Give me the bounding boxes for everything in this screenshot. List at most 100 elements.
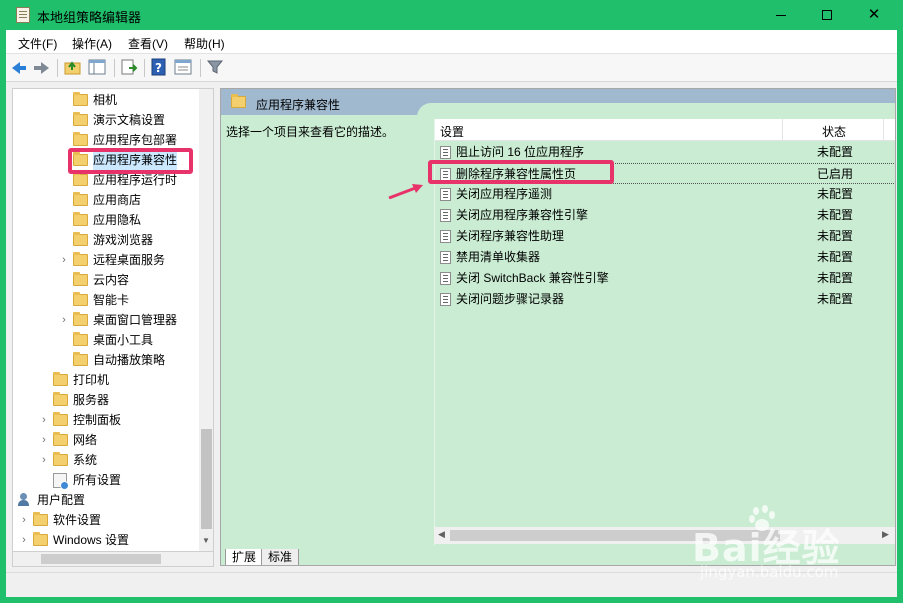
tree-item-label: 打印机 [73,373,110,387]
setting-name: 关闭 SwitchBack 兼容性引擎 [456,271,609,285]
folder-icon [73,172,88,186]
expand-chevron-icon[interactable]: › [59,250,69,270]
close-button[interactable]: ✕ [851,0,897,30]
setting-row[interactable]: 禁用清单收集器 未配置 [435,247,895,268]
tree-item-label: 远程桌面服务 [93,253,166,267]
tree-item[interactable]: 服务器 [13,390,199,410]
expand-chevron-icon[interactable]: › [39,410,49,430]
toolbar-separator [200,59,201,77]
tree-item[interactable]: 相机 [13,90,199,110]
tab-standard[interactable]: 标准 [261,549,300,565]
setting-row[interactable]: 关闭 SwitchBack 兼容性引擎 未配置 [435,268,895,289]
folder-icon [73,112,88,126]
show-hide-tree-button[interactable] [88,58,108,78]
help-icon: ? [151,58,166,76]
setting-row[interactable]: 关闭应用程序兼容性引擎 未配置 [435,205,895,226]
folder-icon [73,272,88,286]
export-list-icon [121,59,138,75]
forward-button[interactable] [32,58,52,78]
all-settings-icon [53,473,69,490]
tree-item[interactable]: 演示文稿设置 [13,110,199,130]
folder-icon [53,412,68,426]
tree-item[interactable]: › 远程桌面服务 [13,250,199,270]
tree-scroll-thumb[interactable] [201,429,212,529]
setting-row[interactable]: 关闭程序兼容性助理 未配置 [435,226,895,247]
highlight-box-setting-row [428,160,614,184]
tree-item[interactable]: 所有设置 [13,470,199,490]
tree-item[interactable]: › 软件设置 [13,510,199,530]
tree-item[interactable]: 打印机 [13,370,199,390]
column-divider[interactable] [782,119,783,141]
setting-row[interactable]: 关闭应用程序遥测 未配置 [435,184,895,205]
setting-state: 未配置 [817,229,854,243]
setting-state: 未配置 [817,250,854,264]
expand-chevron-icon[interactable]: › [39,430,49,450]
tree-item[interactable]: › 控制面板 [13,410,199,430]
tree-item[interactable]: › Windows 设置 [13,530,199,550]
column-header-setting[interactable]: 设置 [440,123,464,140]
menu-action[interactable]: 操作(A) [72,35,112,52]
column-divider[interactable] [883,119,884,141]
up-button[interactable] [64,58,84,78]
back-button[interactable] [10,58,30,78]
tree-item[interactable]: › 系统 [13,450,199,470]
folder-icon [73,292,88,306]
tree-item[interactable]: 应用商店 [13,190,199,210]
policy-setting-icon [440,146,451,159]
minimize-icon [776,14,786,16]
tree-item-label: 服务器 [73,393,110,407]
tree-item[interactable]: 桌面小工具 [13,330,199,350]
scroll-left-arrow-icon[interactable]: ◀ [438,529,445,540]
tree-vertical-scrollbar[interactable]: ▼ [199,89,213,551]
tree-item[interactable]: › 桌面窗口管理器 [13,310,199,330]
folder-icon [73,252,88,266]
folder-icon [73,232,88,246]
setting-name: 关闭问题步骤记录器 [456,292,565,306]
folder-icon [33,532,48,546]
tree-item-label: Windows 设置 [53,533,130,547]
policy-setting-icon [440,251,451,264]
setting-state: 已启用 [817,167,854,181]
export-list-button[interactable] [120,58,140,78]
menu-view[interactable]: 查看(V) [128,35,168,52]
expand-chevron-icon[interactable]: › [19,510,29,530]
window-title: 本地组策略编辑器 [37,10,142,25]
expand-chevron-icon[interactable]: › [59,310,69,330]
setting-row[interactable]: 关闭问题步骤记录器 未配置 [435,289,895,310]
tree-horizontal-scrollbar[interactable] [12,552,214,567]
tree-item-label: 应用程序包部署 [93,133,178,147]
folder-icon [53,452,68,466]
tree-item-label: 自动播放策略 [93,353,166,367]
setting-state: 未配置 [817,187,854,201]
properties-button[interactable] [174,58,194,78]
tree-item-label: 游戏浏览器 [93,233,154,247]
tree-item-label: 应用隐私 [93,213,142,227]
tree-item-label: 网络 [73,433,98,447]
menu-file[interactable]: 文件(F) [18,35,57,52]
filter-button[interactable] [206,58,226,78]
tab-extended[interactable]: 扩展 [225,549,264,565]
menu-help[interactable]: 帮助(H) [184,35,225,52]
policy-setting-icon [440,293,451,306]
tree-item[interactable]: 应用隐私 [13,210,199,230]
baidu-watermark: Bai经验 jingyan.baidu.com [692,505,902,595]
expand-chevron-icon[interactable]: › [39,450,49,470]
tree-item-label: 用户配置 [37,493,86,507]
tree-item[interactable]: › 网络 [13,430,199,450]
maximize-button[interactable] [804,0,850,30]
tree-item[interactable]: 智能卡 [13,290,199,310]
minimize-button[interactable] [758,0,804,30]
tree-item[interactable]: 自动播放策略 [13,350,199,370]
tree-hscroll-thumb[interactable] [41,554,161,564]
scroll-down-arrow-icon[interactable]: ▼ [202,536,210,545]
tree-item[interactable]: 用户配置 [13,490,199,510]
expand-chevron-icon[interactable]: › [19,530,29,550]
help-button[interactable]: ? [150,58,170,78]
tree-item[interactable]: 云内容 [13,270,199,290]
setting-name: 关闭程序兼容性助理 [456,229,565,243]
column-header-state[interactable]: 状态 [822,123,846,140]
properties-icon [174,59,192,75]
tree-item[interactable]: 游戏浏览器 [13,230,199,250]
toolbar: ? [6,54,897,82]
tree-item[interactable]: 应用程序包部署 [13,130,199,150]
